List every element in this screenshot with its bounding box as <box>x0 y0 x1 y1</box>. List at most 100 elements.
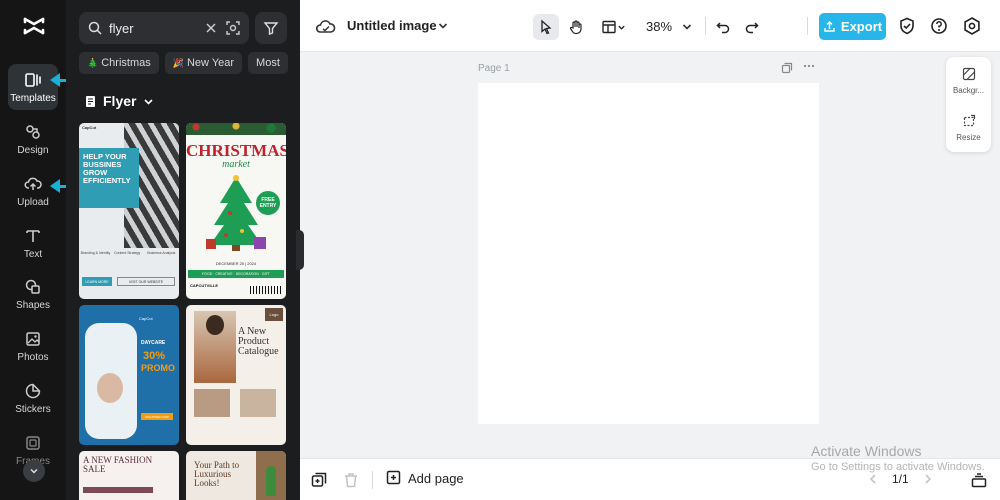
templates-panel: flyer 🎄 Christmas 🎉 New Year Most Flyer Ca… <box>66 0 300 500</box>
chip-most[interactable]: Most <box>248 52 288 74</box>
sidebar-item-shapes[interactable]: Shapes <box>8 271 58 317</box>
plant-decoration <box>266 466 276 496</box>
page-actions <box>781 62 815 74</box>
document-title[interactable]: Untitled image <box>347 18 437 33</box>
chip-label: New Year <box>186 57 235 69</box>
upload-arrow-icon <box>824 21 835 32</box>
panel-collapse-handle[interactable] <box>296 230 304 270</box>
resize-tool-label: Resize <box>956 133 981 142</box>
template-subtitle: market <box>222 159 250 170</box>
sidebar-item-design[interactable]: Design <box>8 116 58 162</box>
template-brand: CapCut <box>139 316 153 321</box>
clear-icon[interactable] <box>203 20 219 36</box>
search-bar[interactable]: flyer <box>79 12 249 44</box>
templates-icon <box>25 72 41 87</box>
template-business-flyer[interactable]: CapCut HELP YOUR BUSSINES GROW EFFICIENT… <box>79 123 179 299</box>
template-catalogue-flyer[interactable]: Logo A New Product Catalogue <box>186 305 286 445</box>
barcode <box>250 286 282 294</box>
chip-label: Christmas <box>101 57 151 69</box>
search-input[interactable]: flyer <box>109 21 197 36</box>
template-daycare-flyer[interactable]: CapCut DAYCARE 30% PROMO REGISTER NOW <box>79 305 179 445</box>
chip-new-year[interactable]: 🎉 New Year <box>164 52 243 74</box>
category-dropdown[interactable]: Flyer <box>84 93 155 109</box>
template-feature: Content Strategy <box>113 251 141 255</box>
hand-icon <box>569 20 582 35</box>
redo-button[interactable] <box>739 14 765 40</box>
shapes-icon <box>25 279 40 294</box>
chip-christmas[interactable]: 🎄 Christmas <box>79 52 159 74</box>
suggestion-chips: 🎄 Christmas 🎉 New Year Most <box>79 52 288 74</box>
template-title: Your Path to Luxurious Looks! <box>194 460 240 488</box>
undo-icon <box>716 22 730 34</box>
activation-watermark-title: Activate Windows <box>811 443 922 459</box>
sidebar-item-label: Stickers <box>15 403 51 415</box>
canvas-artboard[interactable] <box>478 83 819 424</box>
sidebar-item-stickers[interactable]: Stickers <box>8 375 58 421</box>
frames-icon <box>26 435 40 450</box>
activation-watermark-subtitle: Go to Settings to activate Windows. <box>811 461 985 473</box>
garland-decoration <box>186 123 286 135</box>
select-tool-button[interactable] <box>533 14 559 40</box>
hand-tool-button[interactable] <box>563 14 589 40</box>
trash-icon[interactable] <box>342 471 360 489</box>
upload-icon <box>24 177 42 190</box>
template-title: A New Product Catalogue <box>238 326 279 357</box>
template-brand: CapCut <box>82 125 97 130</box>
template-photo <box>85 323 137 439</box>
template-christmas-flyer[interactable]: CHRISTMAS market FREE ENTRY DECEMBER 25 … <box>186 123 286 299</box>
stickers-icon <box>25 383 41 398</box>
duplicate-page-icon[interactable] <box>781 62 793 74</box>
more-chevron-button[interactable] <box>23 460 45 482</box>
gear-icon[interactable] <box>962 16 982 36</box>
next-page-icon[interactable] <box>923 473 933 485</box>
search-icon <box>88 21 102 35</box>
layout-button[interactable] <box>596 14 630 40</box>
toolbar-divider <box>705 17 706 35</box>
flyer-icon <box>86 95 95 107</box>
layout-icon <box>601 20 616 34</box>
chip-emoji: 🎄 <box>87 57 99 68</box>
template-fashion-flyer[interactable]: A NEW FASHION SALE <box>79 451 179 500</box>
undo-button[interactable] <box>710 14 736 40</box>
more-options-icon[interactable] <box>803 62 815 74</box>
image-search-icon[interactable] <box>225 20 241 36</box>
template-photo <box>194 311 236 383</box>
chevron-down-icon <box>617 25 625 30</box>
template-promo: PROMO <box>141 363 176 373</box>
chevron-down-icon <box>144 98 154 105</box>
pages-panel-icon[interactable] <box>970 471 988 489</box>
resize-tool-button[interactable]: Resize <box>946 114 991 142</box>
prev-page-icon[interactable] <box>868 473 878 485</box>
sidebar-item-label: Shapes <box>16 299 50 311</box>
template-photo <box>240 389 276 417</box>
sidebar-item-label: Upload <box>17 196 49 208</box>
chevron-down-icon[interactable] <box>681 21 693 33</box>
chevron-down-icon[interactable] <box>437 20 449 32</box>
template-button: LEARN MORE <box>82 277 112 286</box>
sidebar-item-text[interactable]: Text <box>8 220 58 266</box>
help-icon[interactable] <box>929 16 949 36</box>
template-feature: Business Analysis <box>147 251 176 255</box>
zoom-level[interactable]: 38% <box>646 19 672 34</box>
top-toolbar: Untitled image 38% Export <box>300 0 1000 52</box>
template-strip: FOOD · CREATIVE · DECORATION · GIFT <box>188 270 284 278</box>
chip-emoji: 🎉 <box>172 57 184 68</box>
template-footer: CAPCUTVILLE <box>190 283 218 288</box>
sidebar-item-templates[interactable]: Templates <box>8 64 58 110</box>
chip-label: Most <box>256 57 280 69</box>
duplicate-icon[interactable] <box>310 471 328 489</box>
add-page-button[interactable]: Add page <box>386 470 464 486</box>
capcut-logo[interactable] <box>22 14 46 38</box>
shield-icon[interactable] <box>897 16 917 36</box>
toolbar-divider <box>372 471 373 489</box>
toolbar-divider <box>807 17 808 35</box>
template-strip <box>83 487 153 493</box>
chevron-down-icon <box>30 468 38 474</box>
template-percent: 30% <box>143 350 166 362</box>
template-luxury-flyer[interactable]: Your Path to Luxurious Looks! <box>186 451 286 500</box>
background-tool-button[interactable]: Backgr... <box>946 67 991 95</box>
cloud-icon[interactable] <box>316 17 336 35</box>
sidebar-item-photos[interactable]: Photos <box>8 323 58 369</box>
filter-button[interactable] <box>255 12 287 44</box>
export-button[interactable]: Export <box>819 13 886 40</box>
